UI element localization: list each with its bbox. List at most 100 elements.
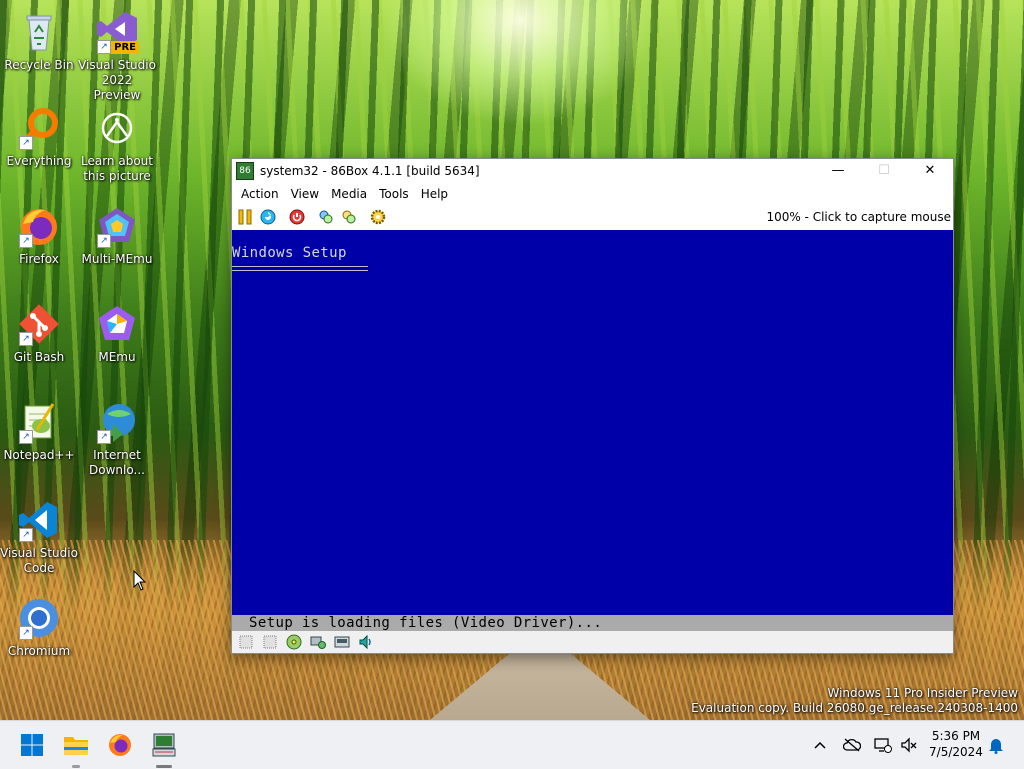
tray-onedrive[interactable] (842, 735, 862, 755)
desktop-icon-label: Git Bash (13, 350, 65, 364)
sound-icon (359, 634, 371, 650)
desktop-icon-label: Notepad++ (3, 448, 75, 462)
chromium-icon: ↗ (17, 596, 61, 640)
notification-button[interactable] (986, 735, 1006, 755)
vm-screen[interactable]: Windows Setup (232, 230, 953, 615)
setup-status-line: Setup is loading files (Video Driver)... (232, 615, 953, 631)
hard-disk-icon (310, 636, 326, 649)
firefox-icon: ↗ (17, 204, 61, 248)
86box-window[interactable]: 86 system32 - 86Box 4.1.1 [build 5634] —… (231, 158, 954, 654)
watermark-edition: Windows 11 Pro Insider Preview (827, 686, 1018, 700)
floppy-icon (263, 635, 277, 649)
menu-action[interactable]: Action (235, 183, 285, 205)
tray-volume[interactable] (899, 735, 919, 755)
mouse-cursor-icon (133, 570, 147, 591)
desktop-icon-label: Learn about this picture (81, 154, 153, 183)
desktop-icon-notepad-plus-plus[interactable]: ↗ Notepad++ (0, 400, 78, 463)
windows-logo-icon (21, 734, 43, 756)
minimize-button[interactable]: — (815, 159, 861, 183)
tray-network[interactable] (873, 735, 893, 755)
sound-button[interactable] (358, 634, 374, 650)
windows-watermark: Windows 11 Pro Insider Preview Evaluatio… (691, 686, 1018, 716)
shortcut-arrow-icon: ↗ (97, 430, 111, 444)
desktop-icon-label: Internet Downlo... (89, 448, 145, 477)
power-button[interactable] (288, 208, 306, 226)
shortcut-arrow-icon: ↗ (19, 234, 33, 248)
desktop-icon-label: Everything (6, 154, 72, 168)
desktop-icon-git-bash[interactable]: ↗ Git Bash (0, 302, 78, 365)
git-bash-icon: ↗ (17, 302, 61, 346)
desktop-icon-chromium[interactable]: ↗ Chromium (0, 596, 78, 659)
desktop-icon-label: Recycle Bin (4, 58, 74, 72)
desktop-icon-vscode[interactable]: ↗ Visual Studio Code (0, 498, 78, 576)
menu-tools[interactable]: Tools (373, 183, 415, 205)
network-disconnected-icon (874, 738, 892, 753)
statusbar (232, 631, 953, 653)
reset-button[interactable] (259, 208, 277, 226)
desktop-icon-multi-memu[interactable]: ↗ Multi-MEmu (78, 204, 156, 267)
desktop-icon-label: MEmu (98, 350, 136, 364)
ctrl-alt-esc-button[interactable] (340, 208, 358, 226)
volume-muted-icon (901, 737, 917, 753)
chevron-up-icon (814, 741, 826, 749)
pause-button[interactable] (236, 208, 254, 226)
shortcut-arrow-icon: ↗ (19, 136, 33, 150)
floppy-icon (239, 635, 253, 649)
shortcut-arrow-icon: ↗ (19, 626, 33, 640)
preview-badge: PRE (111, 41, 139, 54)
internet-download-manager-icon: ↗ (95, 400, 139, 444)
taskbar-clock[interactable]: 5:36 PM 7/5/2024 (928, 728, 984, 760)
ctrl-alt-del-button[interactable] (317, 208, 335, 226)
notepad-plus-plus-icon: ↗ (17, 400, 61, 444)
cdrom-drive-button[interactable] (286, 634, 302, 650)
toolbar: 100% - Click to capture mouse (232, 205, 953, 229)
menu-media[interactable]: Media (325, 183, 373, 205)
hard-disk-button[interactable] (310, 634, 326, 650)
maximize-button[interactable]: ☐ (861, 159, 907, 183)
capture-mouse-status[interactable]: 100% - Click to capture mouse (766, 210, 951, 224)
taskbar-firefox[interactable] (104, 729, 136, 761)
setup-title: Windows Setup (232, 245, 347, 261)
window-title: system32 - 86Box 4.1.1 [build 5634] (260, 164, 480, 178)
gear-icon (370, 209, 386, 225)
menu-view[interactable]: View (285, 183, 325, 205)
folder-icon (64, 737, 88, 755)
desktop-icon-label: Visual Studio Code (0, 546, 78, 575)
clock-date: 7/5/2024 (929, 745, 983, 759)
cloud-offline-icon (843, 738, 861, 752)
desktop-icon-label: Visual Studio 2022 Preview (78, 58, 156, 102)
desktop-icon-label: Multi-MEmu (81, 252, 153, 266)
desktop-icon-memu[interactable]: MEmu (78, 302, 156, 365)
ctrl-alt-esc-icon (342, 210, 356, 224)
desktop-icon-everything[interactable]: ↗ Everything (0, 106, 78, 169)
floppy-drive-1-button[interactable] (238, 634, 254, 650)
multi-memu-icon: ↗ (95, 204, 139, 248)
desktop-icon-firefox[interactable]: ↗ Firefox (0, 204, 78, 267)
taskbar-file-explorer[interactable] (60, 729, 92, 761)
settings-button[interactable] (369, 208, 387, 226)
shortcut-arrow-icon: ↗ (19, 528, 33, 542)
desktop-icon-learn-about-this-picture[interactable]: Learn about this picture (78, 106, 156, 184)
shortcut-arrow-icon: ↗ (19, 332, 33, 346)
desktop-icon-label: Firefox (19, 252, 59, 266)
close-button[interactable]: ✕ (907, 159, 953, 183)
cdrom-icon (286, 634, 302, 650)
desktop-icon-internet-download-manager[interactable]: ↗ Internet Downlo... (78, 400, 156, 478)
taskbar-86box[interactable] (148, 729, 180, 761)
menu-help[interactable]: Help (415, 183, 454, 205)
network-icon (334, 636, 350, 648)
shortcut-arrow-icon: ↗ (97, 234, 111, 248)
pause-icon (238, 209, 252, 225)
show-hidden-icons-button[interactable] (810, 735, 830, 755)
desktop-icon-visual-studio-2022-preview[interactable]: ↗ PRE Visual Studio 2022 Preview (78, 10, 156, 103)
network-button[interactable] (334, 634, 350, 650)
floppy-drive-2-button[interactable] (262, 634, 278, 650)
memu-icon (95, 302, 139, 346)
window-titlebar[interactable]: 86 system32 - 86Box 4.1.1 [build 5634] —… (232, 159, 953, 183)
start-button[interactable] (16, 729, 48, 761)
ctrl-alt-del-icon (319, 210, 333, 224)
desktop-icon-recycle-bin[interactable]: Recycle Bin (0, 10, 78, 73)
power-icon (289, 209, 305, 225)
clock-time: 5:36 PM (931, 729, 981, 743)
reset-icon (260, 209, 276, 225)
